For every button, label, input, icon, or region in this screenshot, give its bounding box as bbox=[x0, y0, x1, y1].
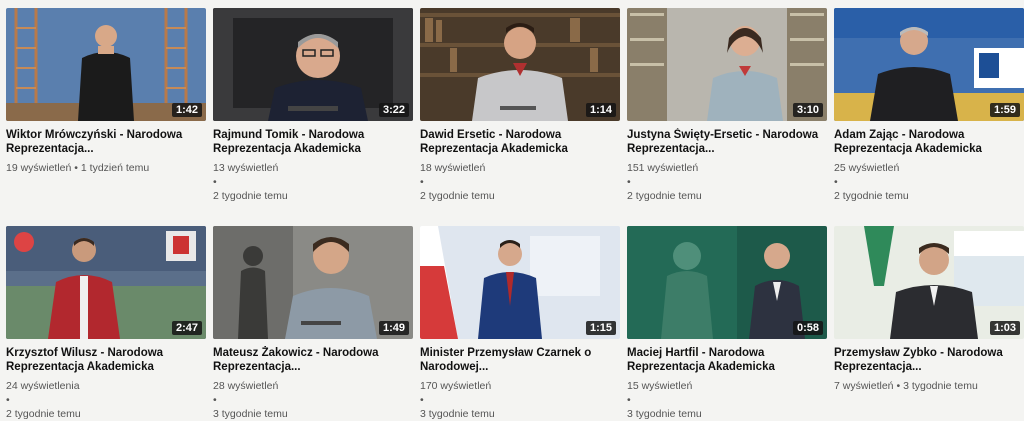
video-title[interactable]: Mateusz Żakowicz - Narodowa Reprezentacj… bbox=[213, 346, 411, 374]
video-title[interactable]: Maciej Hartfil - Narodowa Reprezentacja … bbox=[627, 346, 825, 374]
video-duration: 1:15 bbox=[585, 321, 616, 335]
upload-age: 2 tygodnie temu bbox=[6, 408, 81, 420]
view-count: 19 wyświetleń bbox=[6, 162, 72, 174]
video-card[interactable]: 1:03 Przemysław Zybko - Narodowa Repreze… bbox=[834, 226, 1024, 393]
upload-age: 2 tygodnie temu bbox=[213, 190, 288, 202]
video-meta: 18 wyświetleń • 2 tygodnie temu bbox=[420, 161, 620, 203]
video-duration: 3:10 bbox=[792, 103, 823, 117]
view-count: 170 wyświetleń • bbox=[420, 380, 492, 406]
video-title[interactable]: Justyna Święty-Ersetic - Narodowa Reprez… bbox=[627, 128, 825, 156]
video-title[interactable]: Krzysztof Wilusz - Narodowa Reprezentacj… bbox=[6, 346, 204, 374]
video-card[interactable]: 1:42 Wiktor Mrówczyński - Narodowa Repre… bbox=[6, 8, 206, 175]
video-thumbnail[interactable]: 1:49 bbox=[213, 226, 413, 339]
video-meta: 13 wyświetleń • 2 tygodnie temu bbox=[213, 161, 413, 203]
view-count: 7 wyświetleń bbox=[834, 380, 894, 392]
upload-age: 3 tygodnie temu bbox=[903, 380, 978, 392]
view-count: 18 wyświetleń • bbox=[420, 162, 486, 188]
video-thumbnail[interactable]: 1:15 bbox=[420, 226, 620, 339]
view-count: 151 wyświetleń • bbox=[627, 162, 699, 188]
meta-separator: • bbox=[74, 162, 78, 174]
video-duration: 1:59 bbox=[989, 103, 1020, 117]
video-meta: 25 wyświetleń • 2 tygodnie temu bbox=[834, 161, 1024, 203]
video-meta: 7 wyświetleń • 3 tygodnie temu bbox=[834, 379, 1024, 393]
video-duration: 0:58 bbox=[792, 321, 823, 335]
video-card[interactable]: 1:59 Adam Zając - Narodowa Reprezentacja… bbox=[834, 8, 1024, 203]
video-card[interactable]: 2:47 Krzysztof Wilusz - Narodowa Repreze… bbox=[6, 226, 206, 421]
view-count: 24 wyświetlenia • bbox=[6, 380, 80, 406]
video-thumbnail[interactable]: 0:58 bbox=[627, 226, 827, 339]
video-thumbnail[interactable]: 1:03 bbox=[834, 226, 1024, 339]
video-card[interactable]: 1:49 Mateusz Żakowicz - Narodowa Repreze… bbox=[213, 226, 413, 421]
video-title[interactable]: Minister Przemysław Czarnek o Narodowej.… bbox=[420, 346, 618, 374]
upload-age: 1 tydzień temu bbox=[80, 162, 150, 174]
upload-age: 3 tygodnie temu bbox=[213, 408, 288, 420]
video-card[interactable]: 3:22 Rajmund Tomik - Narodowa Reprezenta… bbox=[213, 8, 413, 203]
upload-age: 3 tygodnie temu bbox=[627, 408, 702, 420]
view-count: 15 wyświetleń • bbox=[627, 380, 693, 406]
video-duration: 1:49 bbox=[378, 321, 409, 335]
video-meta: 24 wyświetlenia • 2 tygodnie temu bbox=[6, 379, 206, 421]
video-thumbnail[interactable]: 2:47 bbox=[6, 226, 206, 339]
video-title[interactable]: Rajmund Tomik - Narodowa Reprezentacja A… bbox=[213, 128, 411, 156]
video-grid: 1:42 Wiktor Mrówczyński - Narodowa Repre… bbox=[0, 0, 1024, 421]
view-count: 13 wyświetleń • bbox=[213, 162, 279, 188]
video-thumbnail[interactable]: 3:22 bbox=[213, 8, 413, 121]
video-title[interactable]: Wiktor Mrówczyński - Narodowa Reprezenta… bbox=[6, 128, 204, 156]
video-thumbnail[interactable]: 1:14 bbox=[420, 8, 620, 121]
upload-age: 2 tygodnie temu bbox=[420, 190, 495, 202]
video-meta: 151 wyświetleń • 2 tygodnie temu bbox=[627, 161, 827, 203]
video-duration: 1:14 bbox=[585, 103, 616, 117]
video-card[interactable]: 0:58 Maciej Hartfil - Narodowa Reprezent… bbox=[627, 226, 827, 421]
upload-age: 2 tygodnie temu bbox=[627, 190, 702, 202]
upload-age: 3 tygodnie temu bbox=[420, 408, 495, 420]
video-thumbnail[interactable]: 1:59 bbox=[834, 8, 1024, 121]
video-title[interactable]: Adam Zając - Narodowa Reprezentacja Akad… bbox=[834, 128, 1024, 156]
video-duration: 1:03 bbox=[989, 321, 1020, 335]
view-count: 28 wyświetleń • bbox=[213, 380, 279, 406]
video-duration: 2:47 bbox=[171, 321, 202, 335]
video-card[interactable]: 1:15 Minister Przemysław Czarnek o Narod… bbox=[420, 226, 620, 421]
video-card[interactable]: 3:10 Justyna Święty-Ersetic - Narodowa R… bbox=[627, 8, 827, 203]
video-meta: 19 wyświetleń • 1 tydzień temu bbox=[6, 161, 206, 175]
upload-age: 2 tygodnie temu bbox=[834, 190, 909, 202]
video-duration: 1:42 bbox=[171, 103, 202, 117]
video-thumbnail[interactable]: 1:42 bbox=[6, 8, 206, 121]
video-thumbnail[interactable]: 3:10 bbox=[627, 8, 827, 121]
view-count: 25 wyświetleń • bbox=[834, 162, 900, 188]
video-title[interactable]: Przemysław Zybko - Narodowa Reprezentacj… bbox=[834, 346, 1024, 374]
video-duration: 3:22 bbox=[378, 103, 409, 117]
video-meta: 28 wyświetleń • 3 tygodnie temu bbox=[213, 379, 413, 421]
video-title[interactable]: Dawid Ersetic - Narodowa Reprezentacja A… bbox=[420, 128, 618, 156]
video-card[interactable]: 1:14 Dawid Ersetic - Narodowa Reprezenta… bbox=[420, 8, 620, 203]
video-meta: 15 wyświetleń • 3 tygodnie temu bbox=[627, 379, 827, 421]
video-meta: 170 wyświetleń • 3 tygodnie temu bbox=[420, 379, 620, 421]
